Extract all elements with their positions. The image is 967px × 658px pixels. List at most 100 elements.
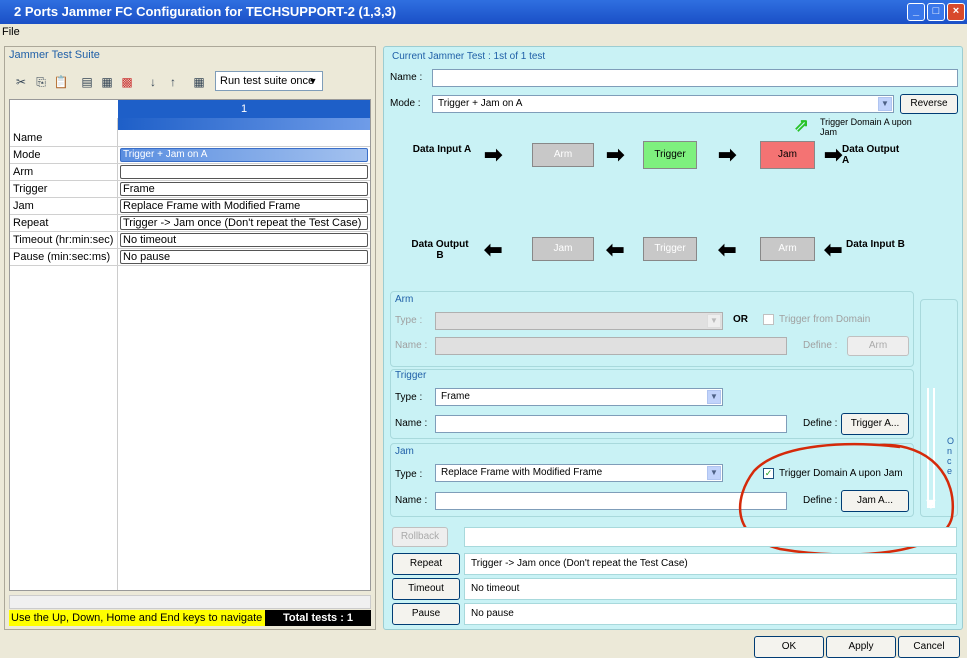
row-label: Arm — [13, 166, 34, 178]
grid-icon[interactable]: ▦ — [191, 74, 207, 90]
data-input-b-label: Data Input B — [846, 239, 905, 250]
trigger-name-input[interactable] — [435, 415, 787, 433]
trigger-name-label: Name : — [395, 418, 428, 429]
pause-button[interactable]: Pause — [392, 603, 460, 625]
trigger-from-domain-checkbox[interactable] — [763, 314, 774, 325]
move-down-icon[interactable]: ↓ — [145, 74, 161, 90]
arm-section-title: Arm — [395, 294, 414, 305]
name-label: Name : — [390, 72, 423, 83]
data-output-b-label: Data Output B — [411, 239, 469, 261]
row-value[interactable]: No timeout — [120, 233, 368, 247]
grid-row-timeout[interactable]: Timeout (hr:min:sec) No timeout — [10, 232, 370, 249]
name-input[interactable] — [432, 69, 958, 87]
row-label: Jam — [13, 200, 34, 212]
run-mode-select[interactable]: Run test suite once ▼ — [215, 71, 323, 91]
status-bar: Use the Up, Down, Home and End keys to n… — [9, 610, 371, 626]
arm-box-a: Arm — [532, 143, 594, 167]
delete-test-icon[interactable]: ▩ — [119, 74, 135, 90]
jam-type-select[interactable]: Replace Frame with Modified Frame ▼ — [435, 464, 723, 482]
grid-row-jam[interactable]: Jam Replace Frame with Modified Frame — [10, 198, 370, 215]
row-value[interactable]: Trigger + Jam on A — [120, 148, 368, 162]
close-icon[interactable]: × — [947, 3, 965, 21]
horizontal-scrollbar[interactable] — [9, 595, 371, 609]
left-arrow-icon: ⬅ — [484, 237, 503, 262]
window-title: 2 Ports Jammer FC Configuration for TECH… — [14, 4, 397, 19]
row-value[interactable]: No pause — [120, 250, 368, 264]
row-value[interactable]: Trigger -> Jam once (Don't repeat the Te… — [120, 216, 368, 230]
row-value[interactable] — [120, 165, 368, 179]
left-arrow-icon: ⬅ — [606, 237, 625, 262]
chevron-down-icon: ▼ — [878, 97, 892, 111]
right-arrow-icon: ➡ — [606, 142, 625, 167]
pause-row: Pause No pause — [392, 603, 957, 625]
copy-icon[interactable]: ⎘ — [33, 74, 49, 90]
add-test-icon[interactable]: ▤ — [79, 74, 95, 90]
cancel-button[interactable]: Cancel — [898, 636, 960, 658]
trigger-section-title: Trigger — [395, 370, 427, 381]
test-column-header[interactable]: 1 — [118, 100, 370, 118]
right-arrow-icon: ➡ — [824, 142, 843, 167]
repeat-button[interactable]: Repeat — [392, 553, 460, 575]
minimize-icon[interactable]: _ — [907, 3, 925, 21]
chevron-down-icon: ▼ — [707, 466, 721, 480]
jam-section-title: Jam — [395, 446, 414, 457]
total-tests: Total tests : 1 — [265, 610, 371, 626]
row-value[interactable]: Replace Frame with Modified Frame — [120, 199, 368, 213]
timeout-row: Timeout No timeout — [392, 578, 957, 600]
trigger-define-label: Define : — [803, 418, 838, 429]
jam-box-b: Jam — [532, 237, 594, 261]
jam-type-label: Type : — [395, 469, 423, 480]
data-output-a-label: Data Output A — [842, 144, 900, 166]
right-arrow-icon: ➡ — [484, 142, 503, 167]
chevron-down-icon: ▼ — [308, 76, 318, 86]
grid-row-arm[interactable]: Arm — [10, 164, 370, 181]
trigger-type-select[interactable]: Frame ▼ — [435, 388, 723, 406]
arm-name-label: Name : — [395, 340, 428, 351]
trigger-define-button[interactable]: Trigger A... — [841, 413, 909, 435]
menu-file[interactable]: File — [2, 26, 20, 38]
test-column-selection — [118, 118, 370, 130]
status-message: Use the Up, Down, Home and End keys to n… — [11, 612, 263, 624]
trigger-type-label: Type : — [395, 392, 423, 403]
row-label: Mode — [13, 149, 41, 161]
run-mode-value: Run test suite once — [220, 75, 315, 87]
maximize-icon[interactable]: □ — [927, 3, 945, 21]
chevron-down-icon: ▼ — [707, 314, 721, 328]
arm-name-input[interactable] — [435, 337, 787, 355]
grid-row-trigger[interactable]: Trigger Frame — [10, 181, 370, 198]
chevron-down-icon: ▼ — [707, 390, 721, 404]
row-value[interactable]: Frame — [120, 182, 368, 196]
cut-icon[interactable]: ✂ — [13, 74, 29, 90]
timeout-button[interactable]: Timeout — [392, 578, 460, 600]
reverse-button[interactable]: Reverse — [900, 94, 958, 114]
rollback-button[interactable]: Rollback — [392, 527, 448, 547]
current-test-panel: Current Jammer Test : 1st of 1 test Name… — [383, 46, 963, 630]
move-up-icon[interactable]: ↑ — [165, 74, 181, 90]
grid-row-name[interactable]: Name — [10, 130, 370, 147]
insert-test-icon[interactable]: ▦ — [99, 74, 115, 90]
mode-value: Trigger + Jam on A — [438, 98, 523, 109]
test-grid: 1 Name Mode Trigger + Jam on A Arm Trigg… — [9, 99, 371, 591]
mode-select[interactable]: Trigger + Jam on A ▼ — [432, 95, 894, 113]
jam-type-value: Replace Frame with Modified Frame — [441, 467, 603, 478]
jam-box-a: Jam — [760, 141, 815, 169]
jam-name-label: Name : — [395, 495, 428, 506]
current-test-title: Current Jammer Test : 1st of 1 test — [392, 51, 546, 62]
trigger-box-a: Trigger — [643, 141, 697, 169]
left-arrow-icon: ⬅ — [824, 237, 843, 262]
rollback-value — [464, 527, 957, 547]
paste-icon[interactable]: 📋 — [53, 74, 69, 90]
grid-header: 1 — [10, 100, 370, 130]
pause-value: No pause — [464, 603, 957, 625]
grid-row-repeat[interactable]: Repeat Trigger -> Jam once (Don't repeat… — [10, 215, 370, 232]
apply-button[interactable]: Apply — [826, 636, 896, 658]
arm-type-select[interactable]: ▼ — [435, 312, 723, 330]
arm-define-button[interactable]: Arm — [847, 336, 909, 356]
row-label: Repeat — [13, 217, 49, 229]
ok-button[interactable]: OK — [754, 636, 824, 658]
row-label: Timeout (hr:min:sec) — [13, 234, 114, 246]
grid-row-mode[interactable]: Mode Trigger + Jam on A — [10, 147, 370, 164]
suite-toolbar: ✂ ⎘ 📋 ▤ ▦ ▩ ↓ ↑ ▦ Run test suite once ▼ — [9, 71, 371, 97]
grid-row-pause[interactable]: Pause (min:sec:ms) No pause — [10, 249, 370, 266]
or-label: OR — [733, 314, 748, 325]
